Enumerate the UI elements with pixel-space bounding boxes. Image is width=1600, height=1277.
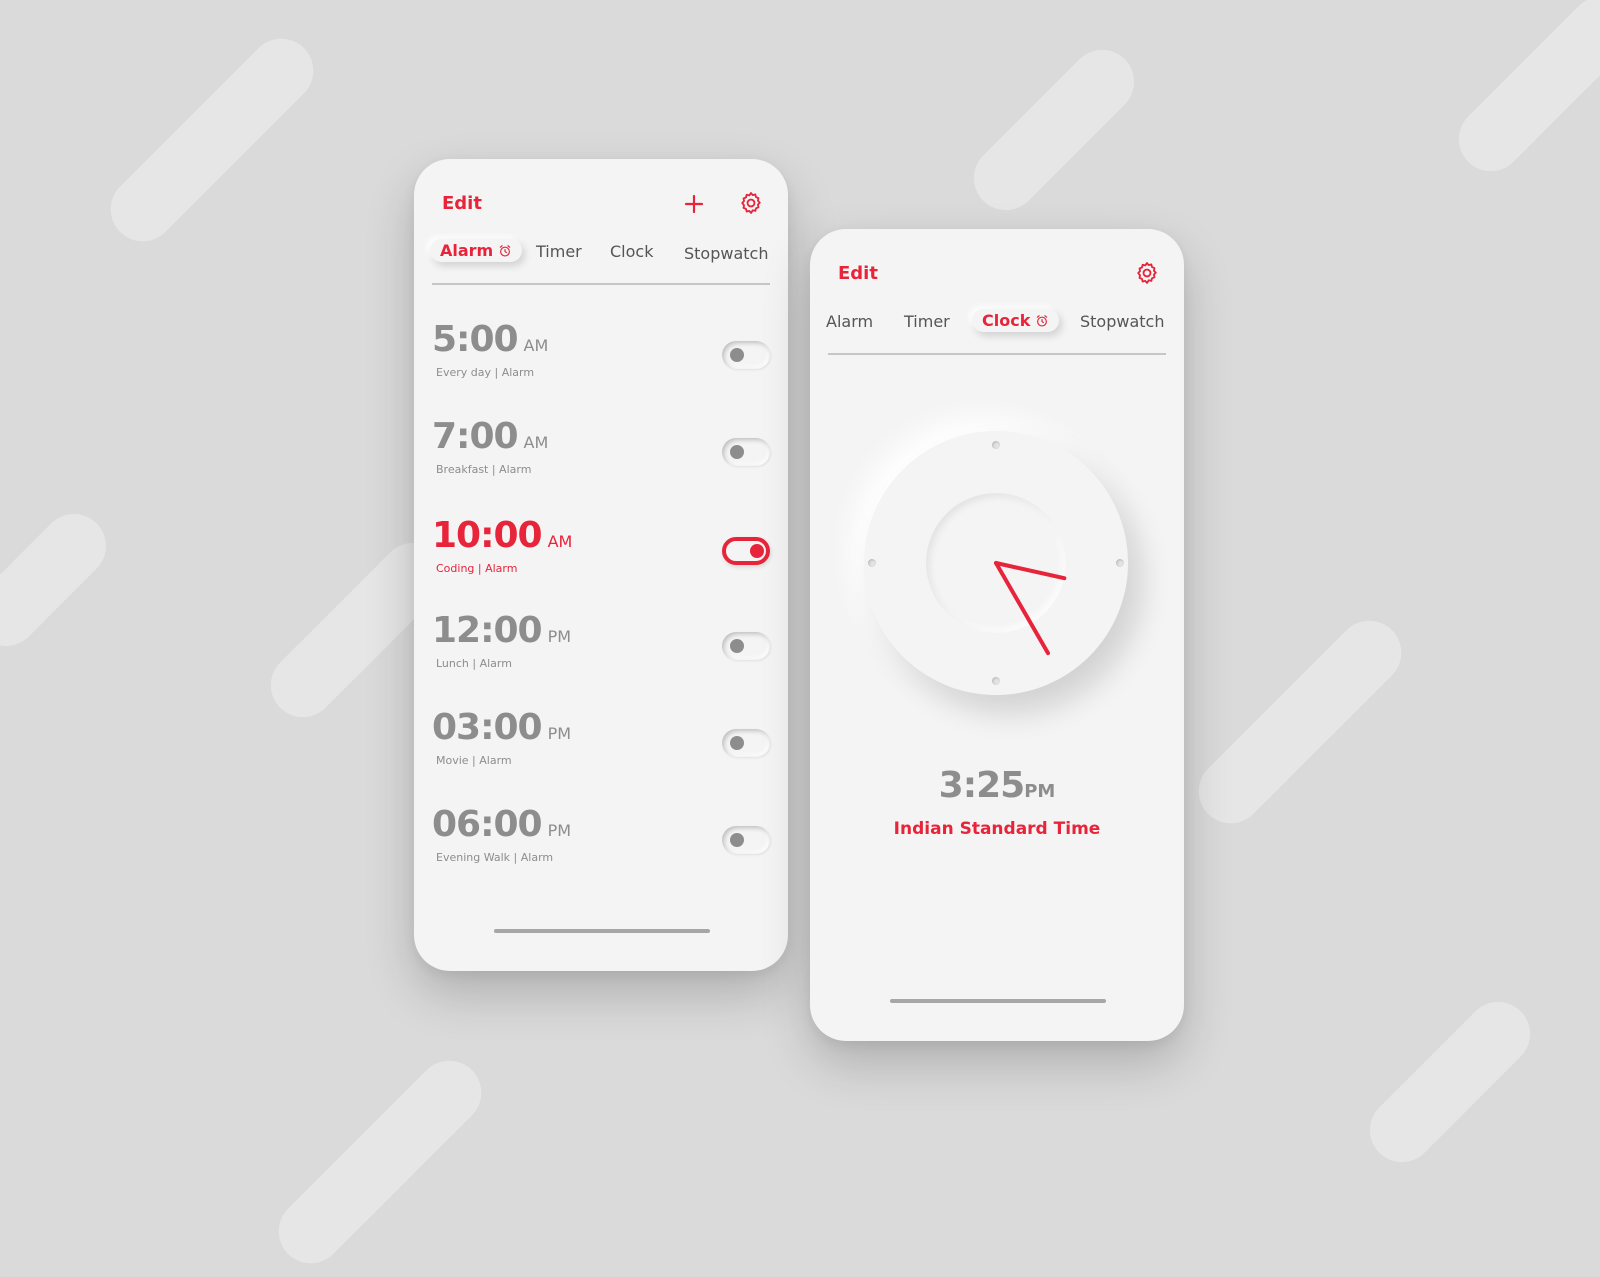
alarm-time: 7:00 xyxy=(432,416,519,457)
bg-pill xyxy=(97,25,327,255)
alarm-toggle[interactable] xyxy=(722,438,770,466)
alarm-row[interactable]: 12:00 PM Lunch | Alarm xyxy=(432,610,772,690)
toggle-knob xyxy=(730,639,744,653)
tab-stopwatch[interactable]: Stopwatch xyxy=(1080,311,1164,333)
tab-clock[interactable]: Clock xyxy=(972,309,1060,332)
tab-underline xyxy=(828,353,1166,355)
bg-pill xyxy=(1445,0,1600,185)
tab-clock[interactable]: Clock xyxy=(610,241,653,263)
add-alarm-button[interactable] xyxy=(682,192,706,216)
alarm-ampm: PM xyxy=(547,724,572,743)
bg-pill xyxy=(1356,988,1544,1176)
alarm-toggle[interactable] xyxy=(722,341,770,369)
alarm-ampm: AM xyxy=(547,532,573,551)
alarm-time: 06:00 xyxy=(432,804,543,845)
home-indicator xyxy=(494,929,710,933)
alarm-clock-icon xyxy=(499,244,511,257)
alarm-toggle[interactable] xyxy=(722,729,770,757)
alarm-subtitle: Coding | Alarm xyxy=(436,562,518,575)
tab-underline xyxy=(432,283,770,285)
alarm-row[interactable]: 06:00 PM Evening Walk | Alarm xyxy=(432,804,772,884)
alarm-toggle[interactable] xyxy=(722,826,770,854)
digital-time: 3:25PM xyxy=(810,765,1184,806)
clock-hands xyxy=(994,561,1067,656)
bg-pill xyxy=(1185,607,1415,837)
time-value: 3:25 xyxy=(938,765,1026,806)
alarm-ampm: AM xyxy=(523,336,549,355)
alarm-toggle[interactable] xyxy=(722,632,770,660)
clock-screen: Edit Alarm Timer Clock Stopwatch 3:25PM … xyxy=(810,229,1184,1041)
bg-pill xyxy=(265,1047,495,1277)
alarm-row-active[interactable]: 10:00 AM Coding | Alarm xyxy=(432,515,772,595)
minute-hand xyxy=(994,561,1050,656)
toggle-knob xyxy=(730,348,744,362)
alarm-subtitle: Every day | Alarm xyxy=(436,366,535,379)
edit-button[interactable]: Edit xyxy=(838,263,878,284)
edit-button[interactable]: Edit xyxy=(442,193,482,214)
tab-timer[interactable]: Timer xyxy=(536,241,582,263)
alarm-subtitle: Movie | Alarm xyxy=(436,754,512,767)
alarm-ampm: AM xyxy=(523,433,549,452)
tab-alarm[interactable]: Alarm xyxy=(430,239,523,262)
home-indicator xyxy=(890,999,1106,1003)
alarm-subtitle: Lunch | Alarm xyxy=(436,657,512,670)
alarm-time: 03:00 xyxy=(432,707,543,748)
tab-timer[interactable]: Timer xyxy=(904,311,950,333)
alarm-subtitle: Breakfast | Alarm xyxy=(436,463,532,476)
settings-button[interactable] xyxy=(1134,260,1160,286)
alarm-row[interactable]: 5:00 AM Every day | Alarm xyxy=(432,319,772,399)
alarm-screen: Edit Alarm Timer Clock Stopwatch 5:00 AM … xyxy=(414,159,788,971)
toggle-knob xyxy=(730,445,744,459)
tab-label: Alarm xyxy=(440,241,494,260)
alarm-toggle[interactable] xyxy=(722,537,770,565)
alarm-ampm: PM xyxy=(547,627,572,646)
toggle-knob xyxy=(730,833,744,847)
time-ampm: PM xyxy=(1024,781,1056,802)
tab-stopwatch[interactable]: Stopwatch xyxy=(684,243,768,265)
toggle-knob xyxy=(730,736,744,750)
alarm-clock-icon xyxy=(1037,314,1048,327)
gear-icon xyxy=(741,192,761,214)
alarm-row[interactable]: 7:00 AM Breakfast | Alarm xyxy=(432,416,772,496)
toggle-knob xyxy=(750,544,764,558)
plus-icon xyxy=(684,194,704,214)
tab-label: Clock xyxy=(982,311,1031,330)
alarm-time: 12:00 xyxy=(432,610,543,651)
tab-alarm[interactable]: Alarm xyxy=(826,311,873,333)
bg-pill xyxy=(0,500,120,660)
alarm-time: 10:00 xyxy=(432,515,543,556)
timezone-label: Indian Standard Time xyxy=(893,819,1101,839)
analog-clock xyxy=(864,431,1128,695)
settings-button[interactable] xyxy=(738,190,764,216)
alarm-subtitle: Evening Walk | Alarm xyxy=(436,851,554,864)
alarm-time: 5:00 xyxy=(432,319,519,360)
hour-hand xyxy=(994,561,1067,581)
alarm-row[interactable]: 03:00 PM Movie | Alarm xyxy=(432,707,772,787)
gear-icon xyxy=(1137,262,1157,284)
bg-pill xyxy=(960,36,1148,224)
alarm-ampm: PM xyxy=(547,821,572,840)
